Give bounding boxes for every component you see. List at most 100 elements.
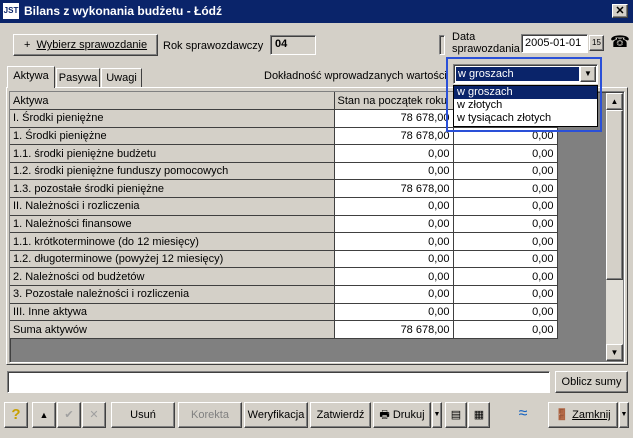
- value-cell[interactable]: 0,00: [453, 303, 558, 322]
- message-field: [7, 371, 550, 393]
- table-row[interactable]: 1.1. środki pieniężne budżetu 0,00 0,00: [10, 144, 558, 163]
- exit-door-icon: 🚪: [555, 409, 570, 421]
- option-w-tysiacach[interactable]: w tysiącach złotych: [454, 112, 597, 125]
- window-title: Bilans z wykonania budżetu - Łódź: [24, 4, 223, 18]
- correct-button[interactable]: Korekta: [178, 402, 242, 428]
- document-icon[interactable]: ▤: [445, 402, 467, 428]
- print-label: Drukuj: [392, 409, 425, 421]
- value-cell[interactable]: 0,00: [453, 232, 558, 251]
- value-cell[interactable]: 0,00: [453, 320, 558, 339]
- plus-icon: +: [23, 39, 31, 51]
- approve-button[interactable]: Zatwierdź: [310, 402, 371, 428]
- close-label: Zamknij: [572, 409, 611, 421]
- table-row[interactable]: 1.3. pozostałe środki pieniężne 78 678,00…: [10, 179, 558, 199]
- value-cell[interactable]: 0,00: [453, 144, 558, 163]
- value-cell[interactable]: 0,00: [334, 144, 454, 163]
- scroll-up-icon[interactable]: ▲: [606, 93, 623, 110]
- scroll-thumb[interactable]: [606, 110, 623, 280]
- precision-label: Dokładność wprowadzanych wartości: [264, 70, 447, 82]
- table-row[interactable]: 1.1. krótkoterminowe (do 12 miesięcy) 0,0…: [10, 232, 558, 251]
- value-cell[interactable]: 0,00: [334, 285, 454, 304]
- close-menu-chevron-icon[interactable]: ▼: [619, 402, 629, 428]
- calculate-sums-button[interactable]: Oblicz sumy: [555, 371, 628, 393]
- row-label: I. Środki pieniężne: [10, 109, 335, 128]
- value-cell[interactable]: 0,00: [334, 267, 454, 287]
- tab-aktywa[interactable]: Aktywa: [7, 66, 55, 88]
- help-icon[interactable]: ?: [4, 402, 28, 428]
- value-cell[interactable]: 0,00: [453, 285, 558, 304]
- year-label: Rok sprawozdawczy: [163, 40, 264, 52]
- choose-report-button[interactable]: + Wybierz sprawozdanie: [13, 34, 158, 56]
- check-icon[interactable]: ✔: [57, 402, 81, 428]
- value-cell[interactable]: 78 678,00: [334, 320, 454, 339]
- tab-uwagi[interactable]: Uwagi: [101, 68, 142, 88]
- row-label: III. Inne aktywa: [10, 303, 335, 322]
- printer-icon: 🖶: [379, 409, 390, 421]
- row-label: 1.3. pozostałe środki pieniężne: [10, 179, 335, 199]
- row-label: 1.1. środki pieniężne budżetu: [10, 144, 335, 163]
- delete-button[interactable]: Usuń: [111, 402, 175, 428]
- verify-button[interactable]: Weryfikacja: [244, 402, 308, 428]
- table-row[interactable]: III. Inne aktywa 0,00 0,00: [10, 303, 558, 322]
- phone-icon[interactable]: ☎: [609, 32, 631, 54]
- value-cell[interactable]: 78 678,00: [334, 127, 454, 146]
- value-cell[interactable]: 0,00: [453, 197, 558, 216]
- precision-options: w groszach w złotych w tysiącach złotych: [453, 85, 598, 127]
- preview-icon[interactable]: ▦: [468, 402, 490, 428]
- table-row[interactable]: 1.2. długoterminowe (powyżej 12 miesięcy…: [10, 250, 558, 269]
- print-menu-chevron-icon[interactable]: ▼: [432, 402, 442, 428]
- calendar-icon[interactable]: 15: [589, 35, 604, 51]
- precision-selected: w groszach: [456, 67, 579, 81]
- option-w-groszach[interactable]: w groszach: [454, 86, 597, 99]
- value-cell[interactable]: 0,00: [334, 197, 454, 216]
- value-cell[interactable]: 0,00: [453, 267, 558, 287]
- date-label: Data sprawozdania: [452, 31, 520, 55]
- year-field: 04: [270, 35, 316, 55]
- cancel-icon[interactable]: ✕: [82, 402, 106, 428]
- value-cell[interactable]: 0,00: [334, 232, 454, 251]
- chevron-down-icon[interactable]: ▼: [580, 66, 596, 82]
- column-header[interactable]: Aktywa: [10, 92, 335, 111]
- row-label: 1.2. długoterminowe (powyżej 12 miesięcy…: [10, 250, 335, 269]
- table-row[interactable]: 1. Należności finansowe 0,00 0,00: [10, 215, 558, 234]
- table-row[interactable]: II. Należności i rozliczenia 0,00 0,00: [10, 197, 558, 216]
- logo-icon: ≈: [518, 405, 528, 422]
- print-button[interactable]: 🖶 Drukuj: [373, 402, 431, 428]
- value-cell[interactable]: 0,00: [453, 162, 558, 181]
- row-label: 1.1. krótkoterminowe (do 12 miesięcy): [10, 232, 335, 251]
- date-field[interactable]: 2005-01-01: [521, 34, 588, 53]
- vertical-scrollbar[interactable]: ▲ ▼: [606, 93, 623, 361]
- value-cell[interactable]: 0,00: [334, 215, 454, 234]
- separator: [439, 35, 445, 55]
- row-label: Suma aktywów: [10, 320, 335, 339]
- value-cell[interactable]: 0,00: [453, 250, 558, 269]
- value-cell[interactable]: 0,00: [453, 215, 558, 234]
- scroll-down-icon[interactable]: ▼: [606, 344, 623, 361]
- row-label: 1. Należności finansowe: [10, 215, 335, 234]
- title-bar: JST Bilans z wykonania budżetu - Łódź ✕: [0, 0, 633, 23]
- value-cell[interactable]: 0,00: [334, 162, 454, 181]
- table-row[interactable]: 2. Należności od budżetów 0,00 0,00: [10, 267, 558, 287]
- choose-report-label: Wybierz sprawozdanie: [36, 39, 148, 51]
- tab-pasywa[interactable]: Pasywa: [56, 68, 100, 88]
- table-row[interactable]: Suma aktywów 78 678,00 0,00: [10, 320, 558, 339]
- table-row[interactable]: 1.2. środki pieniężne funduszy pomocowyc…: [10, 162, 558, 181]
- value-cell[interactable]: 0,00: [334, 250, 454, 269]
- row-label: 2. Należności od budżetów: [10, 267, 335, 287]
- value-cell[interactable]: 78 678,00: [334, 109, 454, 128]
- row-label: 1. Środki pieniężne: [10, 127, 335, 146]
- row-label: 1.2. środki pieniężne funduszy pomocowyc…: [10, 162, 335, 181]
- precision-select[interactable]: w groszach ▼: [453, 64, 598, 84]
- value-cell[interactable]: 0,00: [334, 303, 454, 322]
- value-cell[interactable]: 78 678,00: [334, 179, 454, 199]
- option-w-zlotych[interactable]: w złotych: [454, 99, 597, 112]
- app-icon: JST: [3, 3, 19, 19]
- up-arrow-icon[interactable]: ▲: [32, 402, 56, 428]
- close-window-button[interactable]: ✕: [612, 4, 628, 18]
- column-header[interactable]: Stan na początek roku: [334, 92, 454, 111]
- value-cell[interactable]: 0,00: [453, 179, 558, 199]
- close-button[interactable]: 🚪 Zamknij: [548, 402, 618, 428]
- row-label: II. Należności i rozliczenia: [10, 197, 335, 216]
- row-label: 3. Pozostałe należności i rozliczenia: [10, 285, 335, 304]
- table-row[interactable]: 3. Pozostałe należności i rozliczenia 0,0…: [10, 285, 558, 304]
